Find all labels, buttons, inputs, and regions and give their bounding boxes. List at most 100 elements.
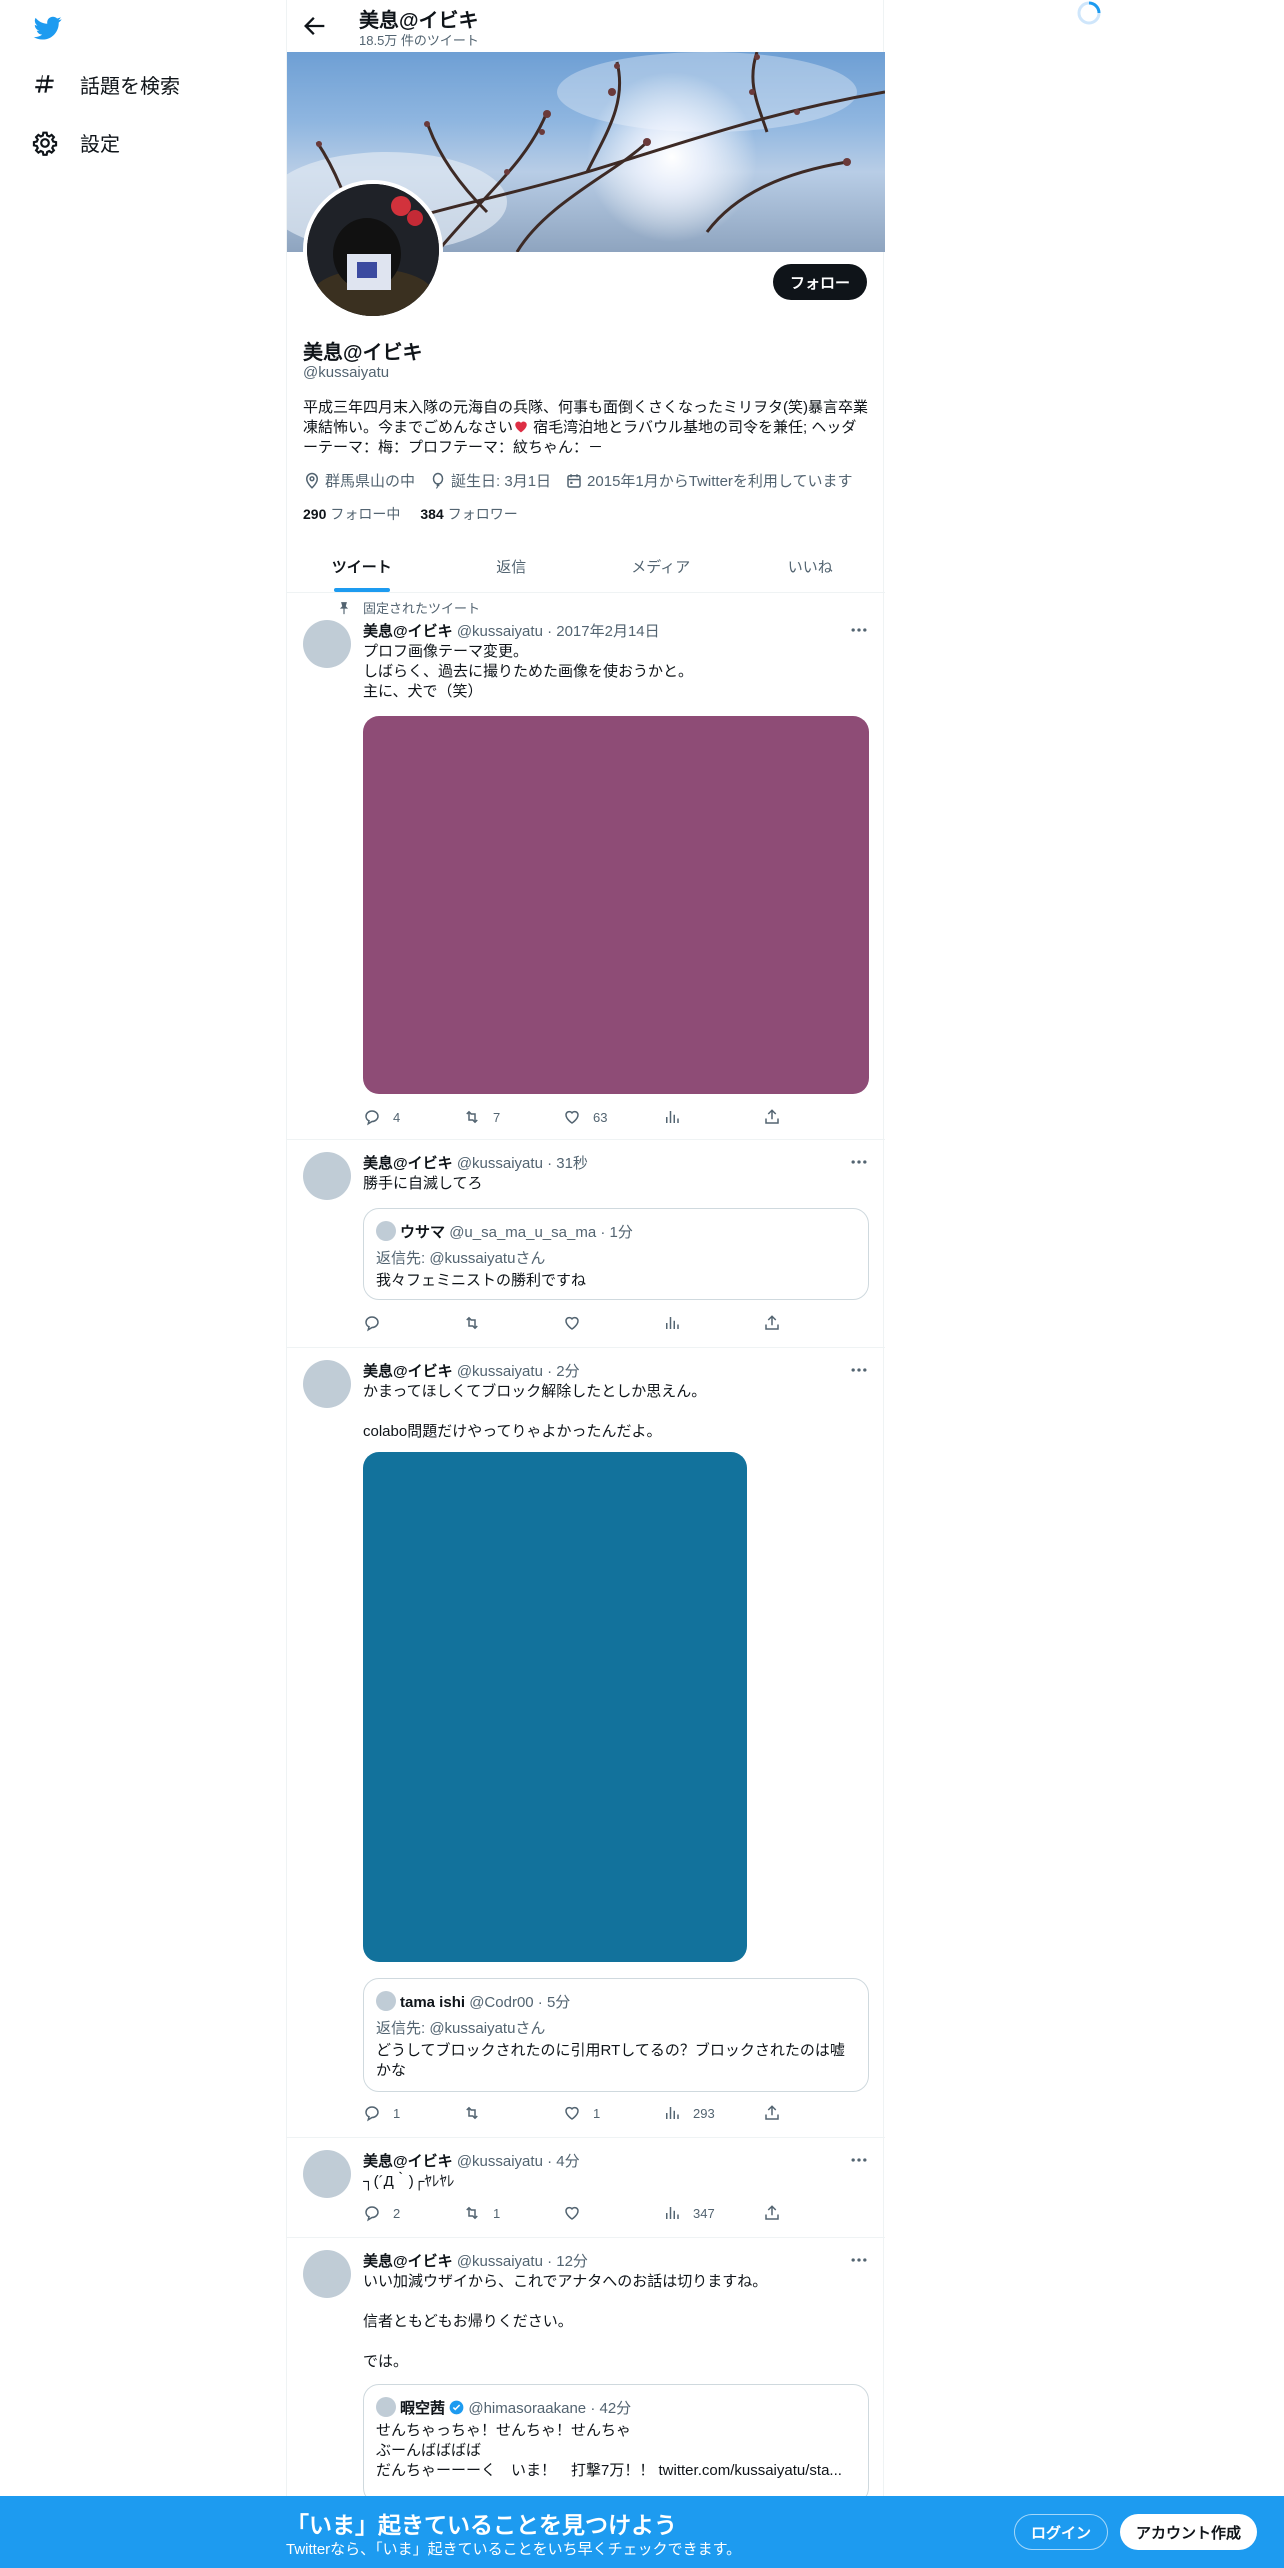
more-options-icon[interactable]	[849, 2150, 869, 2170]
tweet-author-name[interactable]: 美息@イビキ	[363, 2153, 453, 2170]
tweet-avatar[interactable]	[303, 1152, 351, 1200]
retweet-icon	[466, 1316, 478, 1330]
tweet-text: かまってほしくてブロック解除したとしか思えん。 colabo問題だけやってりゃよ…	[363, 1383, 707, 1440]
tweet-avatar[interactable]	[303, 2150, 351, 2198]
more-options-icon[interactable]	[849, 620, 869, 640]
bar-chart-icon	[666, 1111, 679, 1123]
retweet-button[interactable]	[463, 1312, 563, 1334]
tab-media[interactable]: メディア	[586, 540, 736, 592]
birthday-text: 誕生日: 3月1日	[451, 473, 552, 490]
balloon-icon	[432, 472, 444, 489]
like-button[interactable]	[563, 2202, 663, 2224]
reply-icon	[365, 1110, 379, 1126]
quote-author-name: 暇空茜	[400, 2400, 446, 2417]
tweet-text: いい加減ウザイから、これでアナタへのお話は切りますね。 信者ともどもお帰りくださ…	[363, 2273, 768, 2370]
nav-explore-label: 話題を検索	[80, 76, 180, 98]
tweet-avatar[interactable]	[303, 620, 351, 668]
views-button[interactable]: 347	[663, 2202, 763, 2224]
tweet-media[interactable]	[363, 1452, 747, 1962]
like-button[interactable]	[563, 1312, 663, 1334]
bar-chart-icon	[666, 1317, 679, 1329]
reply-count: 2	[393, 2205, 401, 2221]
tweet-avatar[interactable]	[303, 2250, 351, 2298]
following-label: フォロー中	[330, 506, 401, 522]
followers-link[interactable]: 384 フォロワー	[420, 504, 517, 524]
reply-button[interactable]: 1	[363, 2102, 463, 2124]
red-heart-icon	[515, 421, 527, 433]
tweet-author-name[interactable]: 美息@イビキ	[363, 623, 453, 640]
tweet-meta: @kussaiyatu · 2分	[456, 1363, 580, 1380]
followers-label: フォロワー	[447, 506, 518, 522]
nav-settings[interactable]: 設定	[32, 128, 120, 157]
quote-reply-to: 返信先: @kussaiyatuさん	[376, 2020, 546, 2037]
tweet-actions	[363, 1312, 793, 1334]
retweet-button[interactable]	[463, 2102, 563, 2124]
tab-replies[interactable]: 返信	[437, 540, 587, 592]
views-button[interactable]	[663, 1106, 763, 1128]
share-icon	[765, 1315, 779, 1330]
tweet-author-name[interactable]: 美息@イビキ	[363, 1363, 453, 1380]
reply-icon	[365, 1316, 379, 1332]
like-button[interactable]: 63	[563, 1106, 663, 1128]
quote-avatar	[376, 1221, 396, 1241]
profile-header-bar: 美息@イビキ 18.5万 件のツイート	[287, 0, 885, 52]
reply-button[interactable]	[363, 1312, 463, 1334]
heart-icon	[565, 2106, 579, 2120]
signup-button[interactable]: アカウント作成	[1120, 2514, 1258, 2550]
joined-text: 2015年1月からTwitterを利用しています	[587, 473, 853, 490]
retweet-button[interactable]: 7	[463, 1106, 563, 1128]
tweet-author-name[interactable]: 美息@イビキ	[363, 1155, 453, 1172]
retweet-count: 1	[493, 2205, 501, 2221]
signup-prompt-bar: 「いま」起きていることを見つけよう Twitterなら、「いま」起きていることを…	[0, 2496, 1284, 2568]
tweet-header: 美息@イビキ @kussaiyatu · 2分	[363, 1360, 580, 1381]
quoted-tweet[interactable]: ウサマ @u_sa_ma_u_sa_ma · 1分 返信先: @kussaiya…	[363, 1208, 869, 1300]
more-options-icon[interactable]	[849, 1152, 869, 1172]
views-button[interactable]	[663, 1312, 763, 1334]
views-button[interactable]: 293	[663, 2102, 763, 2124]
tweet-media[interactable]	[363, 716, 869, 1094]
reply-icon	[365, 2206, 379, 2222]
gear-icon	[32, 131, 58, 156]
login-button[interactable]: ログイン	[1014, 2514, 1109, 2550]
quote-author-name: ウサマ	[400, 1224, 446, 1241]
like-button[interactable]: 1	[563, 2102, 663, 2124]
tweet-item[interactable]: 美息@イビキ @kussaiyatu · 2分 かまってほしくてブロック解除した…	[287, 1348, 885, 2138]
share-button[interactable]	[763, 2102, 793, 2124]
bar-chart-icon	[666, 2207, 679, 2219]
tab-tweets[interactable]: ツイート	[287, 540, 437, 592]
tweet-item[interactable]: 美息@イビキ @kussaiyatu · 2017年2月14日 プロフ画像テーマ…	[287, 594, 885, 1140]
share-button[interactable]	[763, 1106, 793, 1128]
follow-button[interactable]: フォロー	[772, 264, 867, 300]
tweet-meta: @kussaiyatu · 31秒	[456, 1155, 588, 1172]
views-count: 293	[693, 2105, 715, 2121]
header-tweet-count: 18.5万 件のツイート	[359, 33, 479, 48]
share-button[interactable]	[763, 2202, 793, 2224]
back-arrow-icon[interactable]	[301, 12, 329, 40]
avatar-image	[307, 184, 439, 316]
quoted-tweet[interactable]: tama ishi @Codr00 · 5分 返信先: @kussaiyatuさ…	[363, 1978, 869, 2092]
reply-button[interactable]: 2	[363, 2202, 463, 2224]
share-button[interactable]	[763, 1312, 793, 1334]
tweet-item[interactable]: 美息@イビキ @kussaiyatu · 31秒 勝手に自滅してろ ウサマ @u…	[287, 1140, 885, 1348]
tweet-author-name[interactable]: 美息@イビキ	[363, 2253, 453, 2270]
twitter-bird-icon[interactable]	[32, 14, 64, 42]
follow-stats: 290 フォロー中 384 フォロワー	[303, 504, 538, 524]
nav-explore[interactable]: 話題を検索	[32, 70, 180, 99]
profile-location: 群馬県山の中	[303, 470, 415, 491]
quoted-tweet[interactable]: 暇空茜 @himasoraakane · 42分 せんちゃっちゃ！せんちゃ！せん…	[363, 2384, 869, 2504]
tweet-avatar[interactable]	[303, 1360, 351, 1408]
tweet-actions: 4 7 63	[363, 1106, 793, 1128]
more-options-icon[interactable]	[849, 1360, 869, 1380]
retweet-count: 7	[493, 1109, 501, 1125]
following-link[interactable]: 290 フォロー中	[303, 504, 400, 524]
like-count: 1	[593, 2105, 601, 2121]
reply-icon	[365, 2106, 379, 2122]
tweet-item[interactable]: 美息@イビキ @kussaiyatu · 4分 ┐(´Д｀)┌ﾔﾚﾔﾚ 2 1 …	[287, 2138, 885, 2238]
more-options-icon[interactable]	[849, 2250, 869, 2270]
retweet-button[interactable]: 1	[463, 2202, 563, 2224]
main-column: 美息@イビキ 18.5万 件のツイート フォロー 美息@イビキ @kussaiy…	[286, 0, 886, 2568]
share-icon	[765, 1109, 779, 1124]
profile-avatar[interactable]	[303, 180, 443, 320]
reply-button[interactable]: 4	[363, 1106, 463, 1128]
tab-likes[interactable]: いいね	[736, 540, 886, 592]
